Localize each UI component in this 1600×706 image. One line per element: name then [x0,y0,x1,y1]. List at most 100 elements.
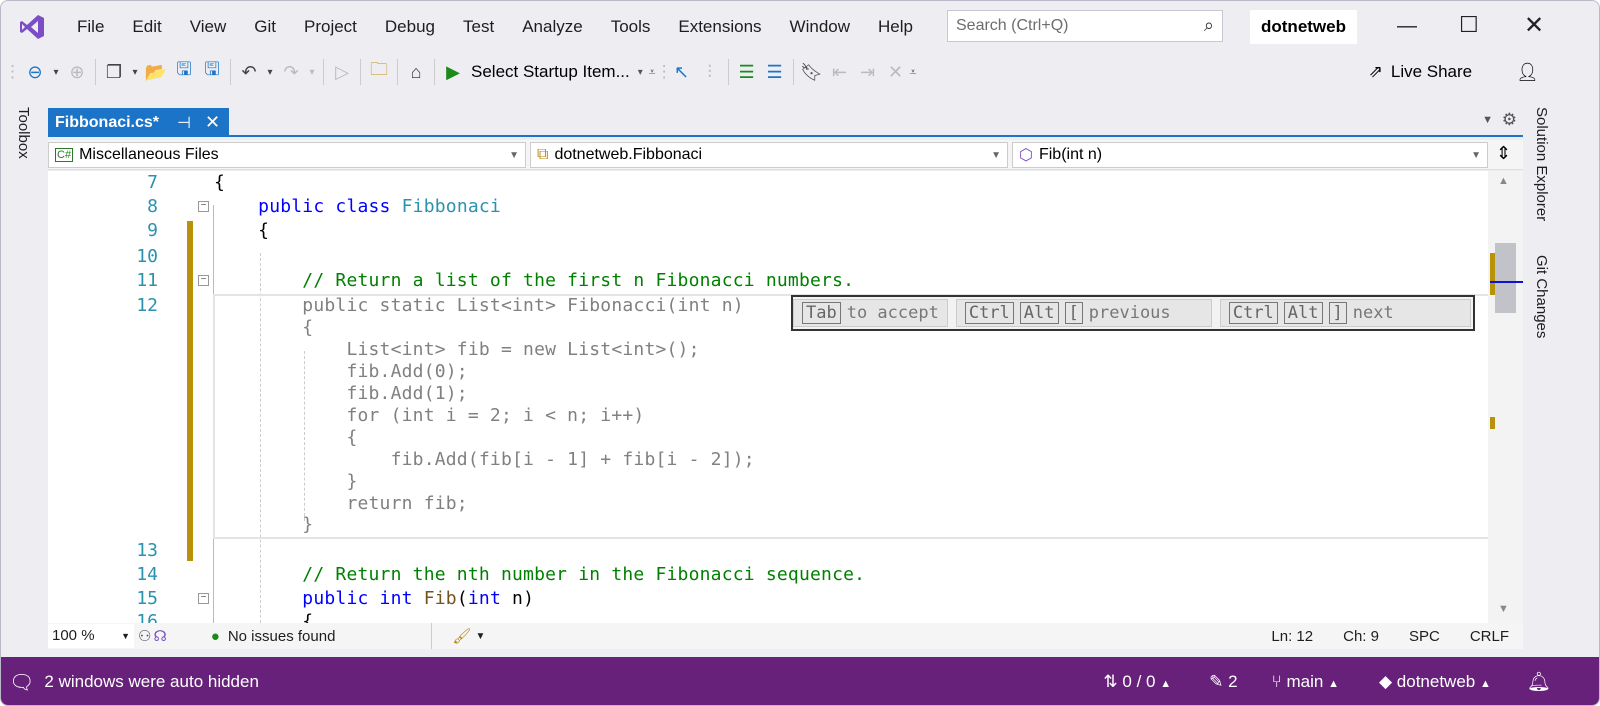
code-token: // Return the nth number in the Fibonacc… [214,564,866,585]
vertical-scrollbar[interactable]: ▲ ▼ [1488,171,1523,623]
minimize-button[interactable]: — [1397,15,1417,38]
start-icon[interactable]: ▷ [328,62,356,83]
undo-icon[interactable]: ↶ [235,62,263,83]
undo-dropdown-icon[interactable]: ▾ [263,67,277,78]
sync-button[interactable]: ⇅ 0 / 0 ▲ [1103,672,1171,692]
visual-studio-window: File Edit View Git Project Debug Test Analyze To… [0,0,1600,706]
forward-icon[interactable]: ⊕ [63,62,91,83]
intellicode-icon[interactable]: ☊ [153,627,166,645]
comment-icon[interactable]: ☰ [733,62,761,83]
code-cleanup-icon[interactable]: 🖌︎ [452,627,471,645]
member-dropdown[interactable]: ⬡ Fib(int n) ▼ [1012,142,1488,168]
code-token: ( [456,588,468,609]
live-share-button[interactable]: ⇗ Live Share [1369,62,1473,82]
scroll-down-icon[interactable]: ▼ [1498,603,1509,615]
branch-button[interactable]: ⑂ main ▲ [1272,672,1339,692]
toolbox-tab[interactable]: Toolbox [15,107,32,159]
copilot-icon[interactable]: ⚇ [138,627,151,645]
run-icon[interactable]: ▶ [439,62,467,83]
share-icon: ⇗ [1368,62,1383,81]
project-label: Miscellaneous Files [79,146,219,163]
collapse-icon[interactable]: − [198,201,209,212]
branch-icon: ⑂ [1271,672,1282,691]
suggestion-line: fib.Add(0); [214,361,468,382]
line-number: 10 [136,246,158,267]
menu-tools[interactable]: Tools [597,17,665,37]
close-button[interactable]: ✕ [1524,11,1544,40]
format-icon[interactable]: ⫶ [696,62,724,83]
scrollbar-thumb[interactable] [1495,243,1516,313]
menu-project[interactable]: Project [290,17,371,37]
repository-button[interactable]: ◆ dotnetweb ▲ [1379,672,1491,692]
line-number[interactable]: Ln: 12 [1271,628,1313,645]
back-dropdown-icon[interactable]: ▾ [49,67,63,78]
save-icon[interactable]: 🖫 [170,57,198,87]
split-window-icon[interactable]: ⇕ [1496,143,1511,164]
save-all-icon[interactable]: 🖫 [198,57,226,87]
solution-explorer-tab[interactable]: Solution Explorer [1533,107,1550,221]
menu-window[interactable]: Window [776,17,864,37]
back-icon[interactable]: ⊖ [21,62,49,83]
cleanup-dropdown-icon[interactable]: ▼ [475,631,485,642]
find-in-files-icon[interactable]: 🗀 [365,57,393,87]
home-window-icon[interactable]: ⌂ [402,62,430,83]
menu-test[interactable]: Test [449,17,508,37]
settings-gear-icon[interactable]: ⚙ [1502,110,1517,130]
menu-edit[interactable]: Edit [118,17,175,37]
menu-analyze[interactable]: Analyze [508,17,596,37]
next-hint[interactable]: Ctrl Alt] next [1219,299,1471,327]
redo-icon[interactable]: ↷ [277,62,305,83]
search-placeholder: Search (Ctrl+Q) [956,17,1069,34]
prev-bookmark-icon[interactable]: ⇤ [826,62,854,83]
feedback-icon[interactable]: 👤︎ [1516,62,1539,83]
new-project-icon[interactable]: ❐ [100,62,128,83]
next-bookmark-icon[interactable]: ⇥ [854,62,882,83]
menu-help[interactable]: Help [864,17,927,37]
bookmark-icon[interactable]: 🔖︎ [798,62,826,83]
change-map-marker [1490,417,1495,429]
menu-debug[interactable]: Debug [371,17,449,37]
type-dropdown[interactable]: ⧉ dotnetweb.Fibbonaci ▼ [530,142,1008,168]
tab-fibbonaci-cs[interactable]: Fibbonaci.cs* ⊣ ✕ [48,108,229,137]
class-icon: ⧉ [537,146,549,163]
close-tab-icon[interactable]: ✕ [205,112,220,133]
tab-list-dropdown-icon[interactable]: ▼ [1482,114,1493,126]
code-editor[interactable]: − − − 7{8 public class Fibbonaci 9 {10 11 … [48,171,1488,623]
clear-bookmarks-icon[interactable]: ✕ [882,62,910,83]
member-label: Fib(int n) [1038,146,1103,163]
issues-status[interactable]: No issues found [228,628,336,645]
notifications-bell-icon[interactable]: 🔔︎ [1527,670,1551,694]
column-number[interactable]: Ch: 9 [1343,628,1379,645]
toolbar-overflow-icon[interactable]: ⩡ [649,65,656,80]
uncomment-icon[interactable]: ☰ [761,62,789,83]
pending-edits-button[interactable]: ✎ 2 [1209,672,1237,692]
line-ending[interactable]: CRLF [1470,628,1509,645]
select-element-icon[interactable]: ↖ [668,62,696,83]
scroll-up-icon[interactable]: ▲ [1498,175,1509,187]
previous-label: previous [1088,303,1171,323]
redo-dropdown-icon[interactable]: ▾ [305,67,319,78]
startup-dropdown-icon[interactable]: ▾ [638,67,643,78]
spacing-mode[interactable]: SPC [1409,628,1440,645]
new-dropdown-icon[interactable]: ▾ [128,67,142,78]
toolbar-overflow-icon[interactable]: ⩡ [910,65,917,80]
pin-icon[interactable]: ⊣ [177,113,191,133]
line-number: 11 [136,270,158,291]
collapse-icon[interactable]: − [198,593,209,604]
zoom-dropdown[interactable]: 100 % ▼ [48,624,134,648]
menu-bar: File Edit View Git Project Debug Test Analyze To… [1,1,1599,53]
project-dropdown[interactable]: C# Miscellaneous Files ▼ [48,142,526,168]
menu-file[interactable]: File [63,17,118,37]
git-changes-tab[interactable]: Git Changes [1533,255,1550,338]
menu-git[interactable]: Git [240,17,290,37]
maximize-button[interactable]: ☐ [1459,12,1479,38]
search-input[interactable]: Search (Ctrl+Q) ⌕ [947,10,1223,42]
collapse-icon[interactable]: − [198,275,209,286]
accept-hint[interactable]: Tab to accept [793,299,948,327]
open-folder-icon[interactable]: 📂 [142,62,170,83]
menu-view[interactable]: View [176,17,241,37]
code-token: int [467,588,513,609]
startup-item-dropdown[interactable]: Select Startup Item... [471,62,630,82]
menu-extensions[interactable]: Extensions [664,17,775,37]
previous-hint[interactable]: Ctrl Alt[previous [955,299,1212,327]
